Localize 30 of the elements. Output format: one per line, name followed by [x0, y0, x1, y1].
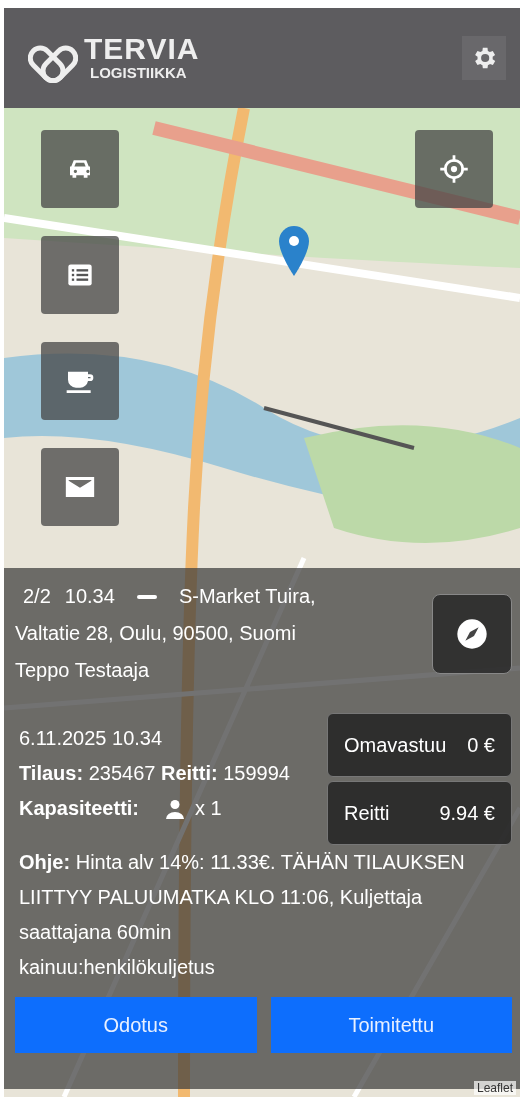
compass-icon	[456, 618, 488, 650]
price-label: Omavastuu	[344, 732, 447, 758]
stop-address: Valtatie 28, Oulu, 90500, Suomi	[15, 621, 296, 646]
stop-time: 10.34	[64, 584, 115, 609]
price-label: Reitti	[344, 800, 390, 826]
list-button[interactable]	[41, 236, 119, 314]
vehicle-button[interactable]	[41, 130, 119, 208]
crosshair-icon	[439, 154, 469, 184]
person-icon	[165, 798, 186, 819]
action-button[interactable]: Toimitettu	[270, 997, 512, 1053]
navigate-button[interactable]	[432, 594, 512, 674]
dash-icon	[136, 594, 157, 599]
price-value: 0 €	[467, 732, 495, 758]
order-info: Tilaus: 235467 Reitti: 159994	[19, 761, 291, 786]
capacity-label: Kapasiteetti:	[19, 796, 140, 821]
map-attribution-link[interactable]: Leaflet	[473, 1081, 516, 1095]
stop-name: S-Market Tuira,	[178, 584, 316, 609]
price-value: 9.94 €	[439, 800, 495, 826]
customer-name: Teppo Testaaja	[15, 658, 150, 683]
message-button[interactable]	[41, 448, 119, 526]
stop-index: 2/2	[23, 584, 51, 609]
capacity-value: x 1	[195, 796, 222, 821]
action-button[interactable]: Odotus	[15, 997, 257, 1053]
order-note: Ohje: Hinta alv 14%: 11.33€. TÄHÄN TILAUKSEN LIITTYY PALUUMATKA KLO 11:06, Kuljettaja saattajana 60min kainuu:henkilökuljetus	[19, 850, 466, 980]
order-datetime: 6.11.2025 10.34	[19, 726, 164, 751]
break-button[interactable]	[41, 342, 119, 420]
logo-subtitle: LOGISTIIKKA	[89, 64, 188, 82]
logo-title: TERVIA	[84, 34, 200, 64]
locate-button[interactable]	[415, 130, 493, 208]
settings-button[interactable]	[462, 36, 506, 80]
